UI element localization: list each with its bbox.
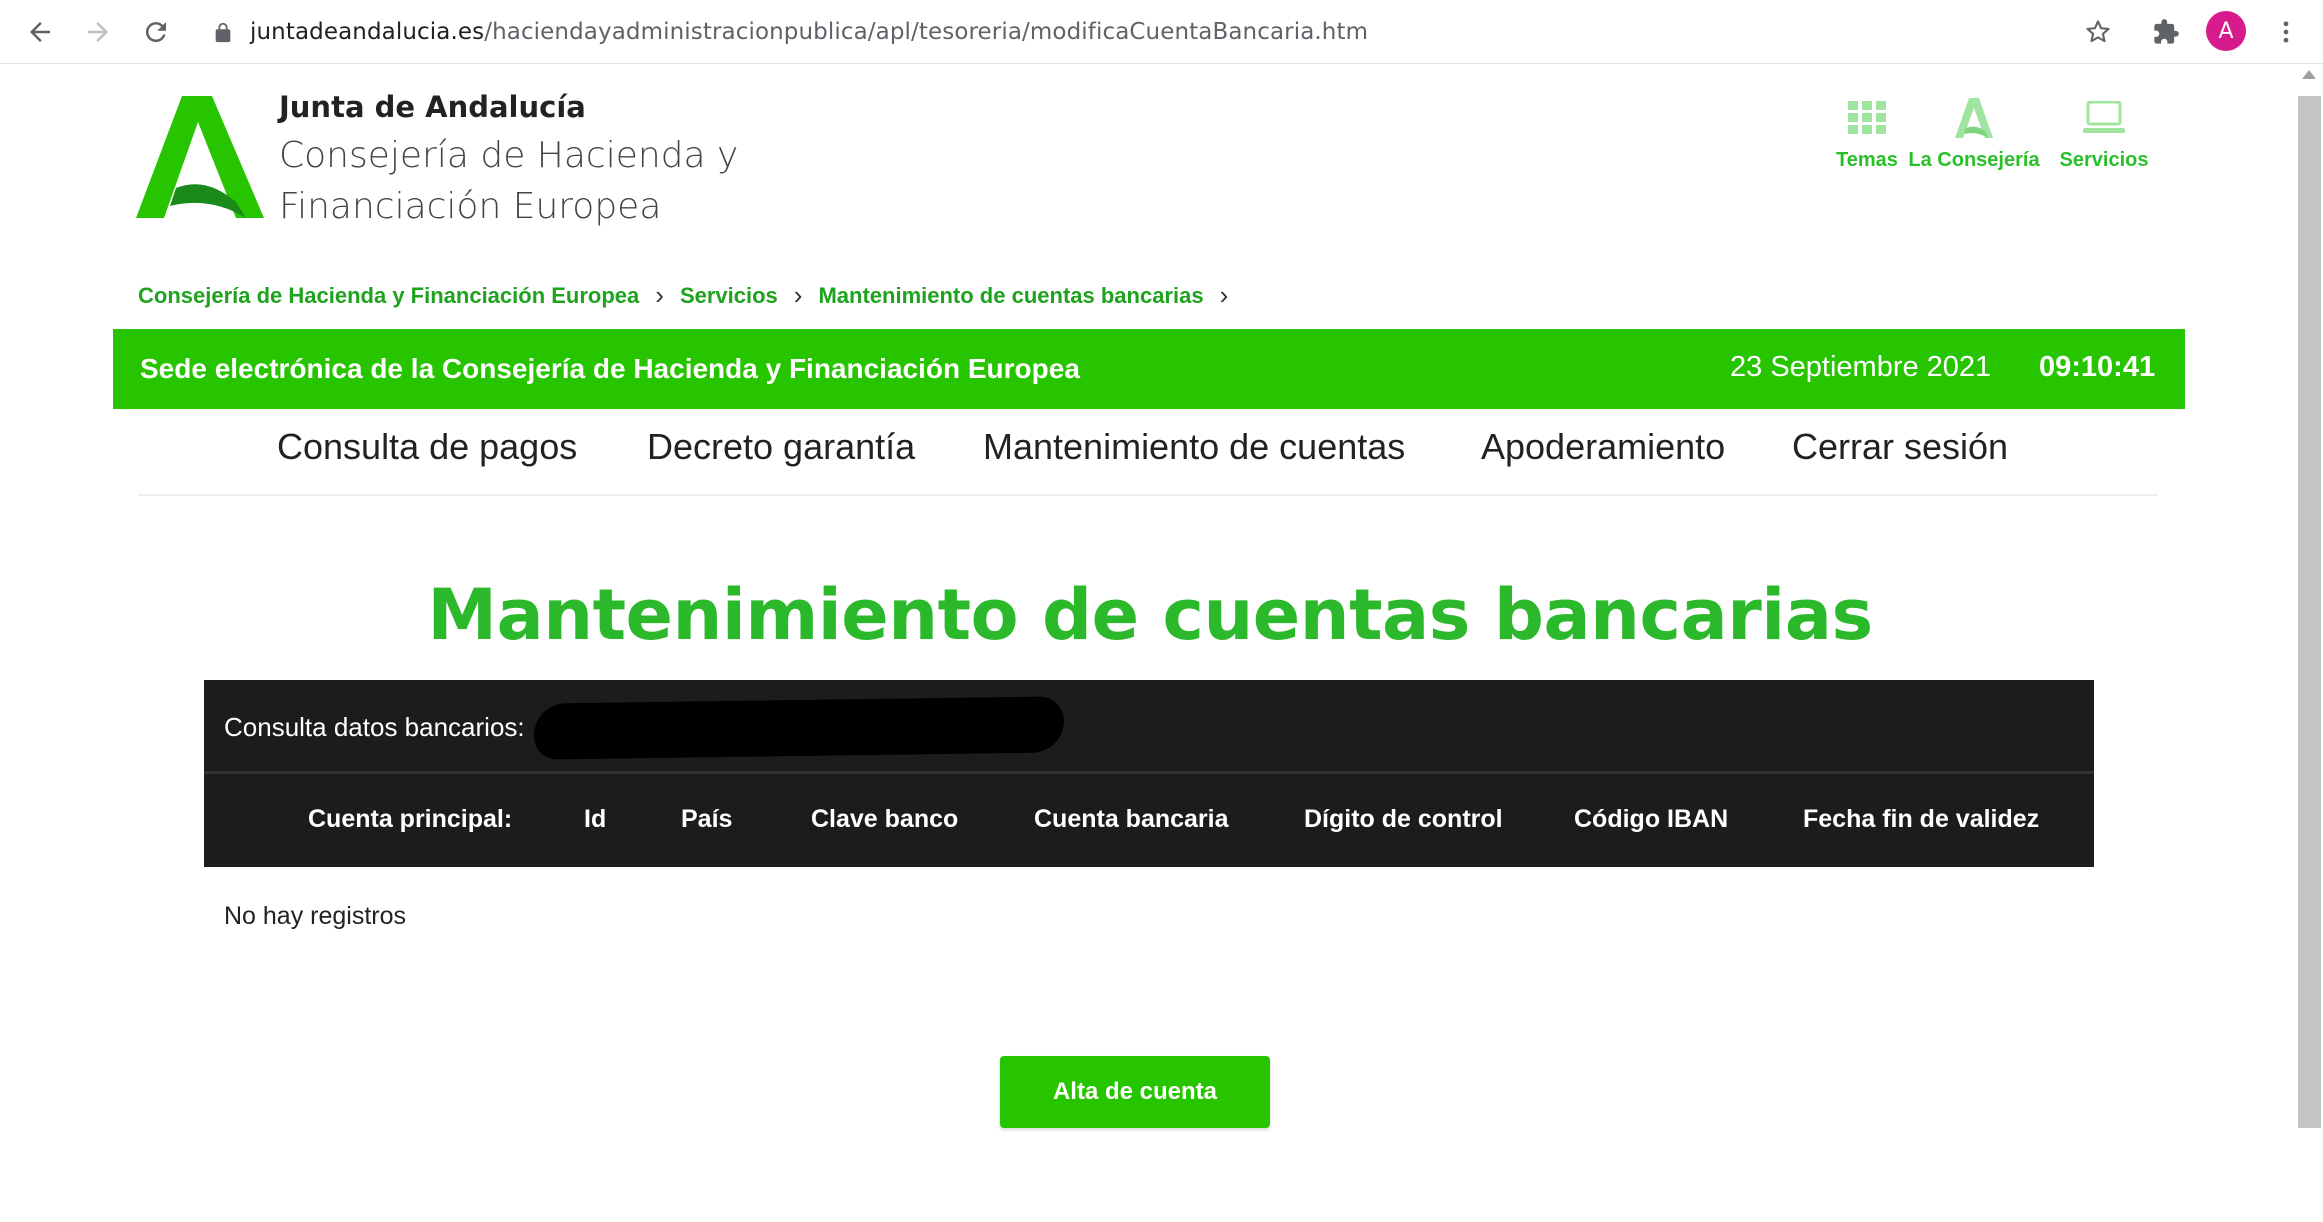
- star-icon: [2086, 20, 2110, 43]
- back-button[interactable]: [20, 12, 60, 52]
- top-link-label: Temas: [1836, 149, 1898, 171]
- page-title: Mantenimiento de cuentas bancarias: [427, 574, 1873, 656]
- redacted-value: [533, 696, 1065, 760]
- url-text: juntadeandalucia.es/haciendayadministrac…: [250, 19, 1368, 45]
- empty-state-text: No hay registros: [224, 902, 407, 930]
- lock-icon: [215, 22, 231, 43]
- column-header-cuenta-principal: Cuenta principal:: [308, 805, 513, 833]
- top-link-servicios[interactable]: Servicios: [2056, 96, 2152, 172]
- breadcrumb-item-servicios[interactable]: Servicios: [680, 283, 778, 309]
- column-header-clave-banco: Clave banco: [811, 805, 959, 833]
- banner-time: 09:10:41: [2039, 351, 2156, 383]
- arrow-right-icon: [88, 22, 108, 42]
- puzzle-icon: [2154, 19, 2179, 44]
- brand-title: Junta de Andalucía: [279, 90, 586, 124]
- top-link-label: La Consejería: [1908, 149, 2040, 171]
- column-header-pais: País: [681, 805, 733, 833]
- column-header-codigo-iban: Código IBAN: [1574, 805, 1729, 833]
- andalucia-a-icon: [1955, 98, 1993, 138]
- extensions-button[interactable]: [2148, 14, 2184, 50]
- column-header-digito-control: Dígito de control: [1304, 805, 1503, 833]
- banner-title: Sede electrónica de la Consejería de Hac…: [140, 353, 1080, 384]
- junta-andalucia-logo[interactable]: [136, 96, 264, 218]
- table-caption: Consulta datos bancarios:: [224, 712, 525, 742]
- reload-icon: [145, 22, 166, 43]
- top-link-label: Servicios: [2059, 149, 2149, 171]
- browser-menu-button[interactable]: [2268, 14, 2304, 50]
- scrollbar-thumb[interactable]: [2298, 96, 2321, 1128]
- forward-button[interactable]: [78, 12, 118, 52]
- url-path: /haciendayadministracionpublica/apl/teso…: [484, 19, 1369, 45]
- top-link-temas[interactable]: Temas: [1822, 96, 1912, 172]
- column-header-cuenta-bancaria: Cuenta bancaria: [1034, 805, 1229, 833]
- chevron-right-icon: ›: [655, 280, 664, 310]
- breadcrumb: Consejería de Hacienda y Financiación Eu…: [138, 280, 1244, 311]
- top-link-la-consejeria[interactable]: La Consejería: [1904, 96, 2044, 172]
- sede-banner: Sede electrónica de la Consejería de Hac…: [113, 329, 2185, 409]
- address-bar[interactable]: juntadeandalucia.es/haciendayadministrac…: [212, 14, 1368, 50]
- grid-icon: [1848, 101, 1886, 134]
- url-host: juntadeandalucia.es: [250, 19, 485, 45]
- menu-item-apoderamiento[interactable]: Apoderamiento: [1481, 426, 1725, 468]
- brand-subtitle: Consejería de Hacienda y Financiación Eu…: [279, 135, 739, 227]
- breadcrumb-item-mantenimiento[interactable]: Mantenimiento de cuentas bancarias: [818, 283, 1203, 309]
- accounts-table: Consulta datos bancarios: Cuenta princip…: [204, 680, 2094, 867]
- alta-cuenta-button[interactable]: Alta de cuenta: [1000, 1056, 1270, 1128]
- kebab-menu-icon: [2283, 21, 2289, 43]
- main-menu: Consulta de pagos Decreto garantía Mante…: [138, 404, 2158, 496]
- table-divider: [204, 771, 2094, 774]
- breadcrumb-item-consejeria[interactable]: Consejería de Hacienda y Financiación Eu…: [138, 283, 639, 309]
- reload-button[interactable]: [136, 12, 176, 52]
- browser-toolbar: juntadeandalucia.es/haciendayadministrac…: [0, 0, 2323, 64]
- chevron-right-icon: ›: [793, 280, 803, 310]
- laptop-icon: [2083, 101, 2125, 133]
- menu-item-mantenimiento-cuentas[interactable]: Mantenimiento de cuentas: [983, 426, 1405, 468]
- column-header-id: Id: [584, 805, 607, 833]
- column-header-fecha-fin-validez: Fecha fin de validez: [1803, 805, 2040, 833]
- banner-date: 23 Septiembre 2021: [1730, 351, 1992, 383]
- profile-avatar[interactable]: A: [2206, 11, 2246, 51]
- arrow-left-icon: [30, 22, 50, 42]
- menu-item-decreto-garantia[interactable]: Decreto garantía: [647, 426, 915, 468]
- menu-item-consulta-pagos[interactable]: Consulta de pagos: [277, 426, 577, 468]
- chevron-right-icon: ›: [1219, 280, 1229, 310]
- bookmark-button[interactable]: [2080, 14, 2116, 50]
- menu-item-cerrar-sesion[interactable]: Cerrar sesión: [1792, 426, 2008, 468]
- scroll-up-arrow-icon[interactable]: [2302, 70, 2316, 79]
